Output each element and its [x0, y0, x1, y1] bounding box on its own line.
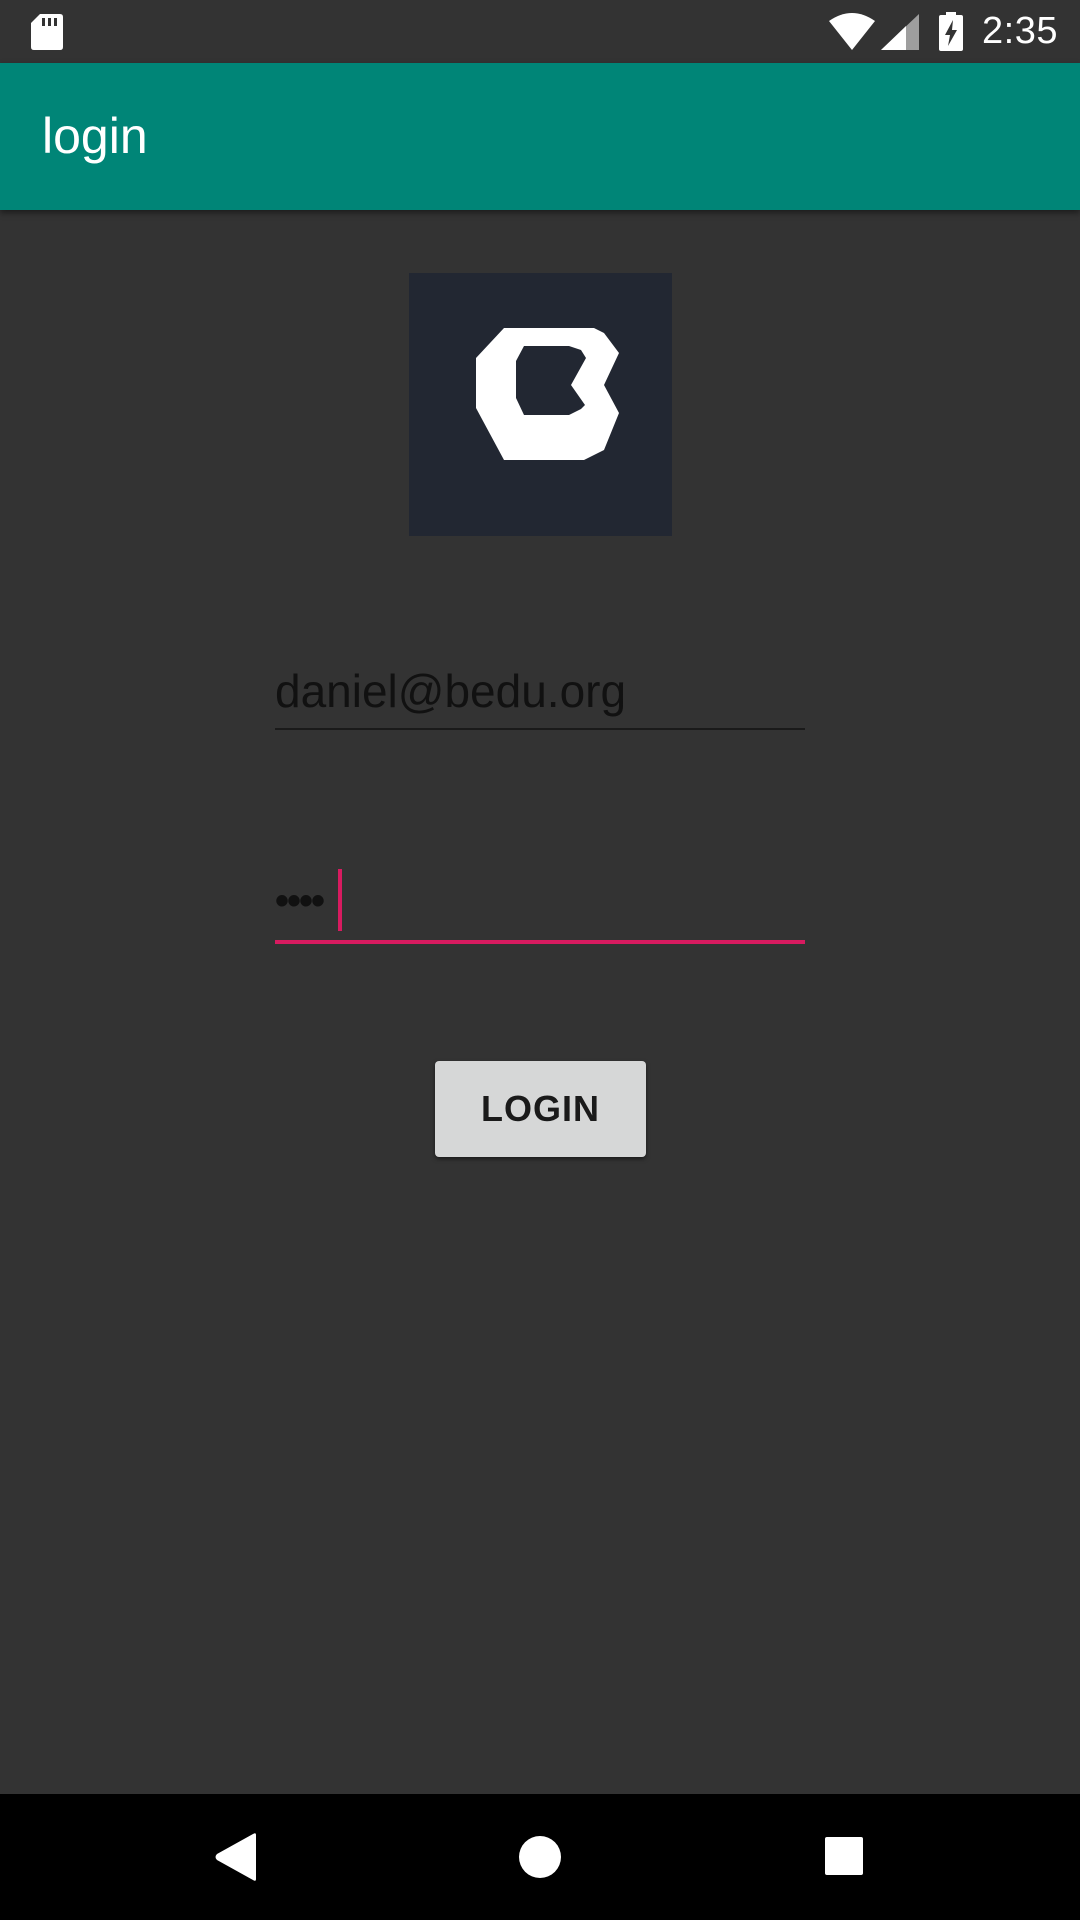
login-button[interactable]: LOGIN [435, 1061, 646, 1157]
password-field[interactable]: •••• [275, 860, 805, 944]
email-value: daniel@bedu.org [275, 665, 627, 717]
password-value: •••• [275, 879, 325, 923]
battery-charging-icon [939, 11, 964, 51]
signal-icon [881, 13, 920, 50]
back-icon[interactable] [214, 1832, 258, 1882]
status-bar: 2:35 [0, 0, 1080, 63]
app-bar: login [0, 63, 1080, 210]
page-title: login [42, 108, 148, 164]
recents-icon[interactable] [824, 1836, 864, 1876]
sd-card-icon [31, 14, 63, 50]
bedu-logo-icon [476, 328, 619, 460]
navigation-bar [0, 1794, 1080, 1920]
login-screen: 2:35 login daniel@bedu.org •••• LOGIN [0, 0, 1080, 1920]
email-field[interactable]: daniel@bedu.org [275, 655, 805, 730]
wifi-icon [829, 12, 876, 50]
status-icons: 2:35 [828, 0, 1058, 63]
status-time: 2:35 [982, 10, 1058, 52]
bedu-logo [409, 273, 672, 536]
home-icon[interactable] [518, 1835, 562, 1879]
text-cursor [338, 869, 342, 931]
